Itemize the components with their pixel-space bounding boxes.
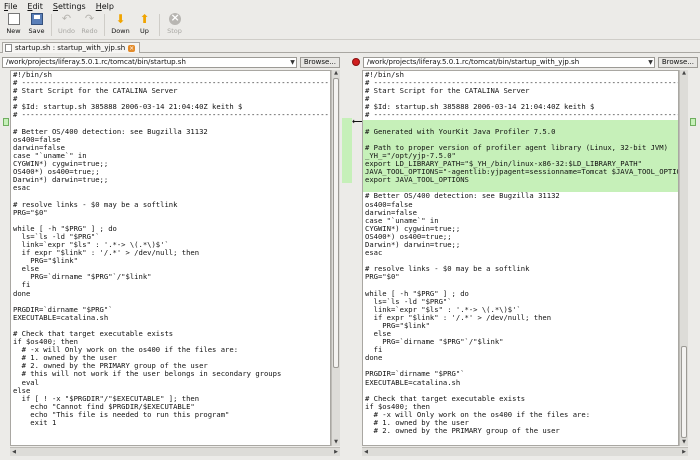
chevron-down-icon: ▼	[648, 58, 653, 66]
arrow-up-icon: ⬆	[139, 12, 150, 26]
left-editor[interactable]: #!/bin/sh # -----------------------------…	[10, 70, 331, 446]
code-line: # Start Script for the CATALINA Server	[13, 86, 178, 96]
code-line: fi	[13, 280, 31, 290]
scroll-right-icon[interactable]: ▶	[332, 448, 340, 456]
code-line: done	[13, 288, 31, 298]
chevron-down-icon: ▼	[290, 58, 295, 66]
arrow-down-icon: ⬇	[115, 12, 126, 26]
stop-icon	[168, 11, 181, 25]
menu-file[interactable]: File	[4, 2, 17, 11]
toolbar-separator	[51, 14, 52, 36]
scroll-up-icon[interactable]: ▲	[680, 70, 688, 77]
left-vertical-scrollbar[interactable]: ▲ ▼	[331, 70, 340, 446]
right-gutter	[689, 70, 697, 446]
left-horizontal-scrollbar[interactable]: ◀ ▶	[10, 447, 340, 456]
right-editor[interactable]: #!/bin/sh # -----------------------------…	[362, 70, 679, 446]
tab-diff[interactable]: startup.sh : startup_with_yjp.sh ×	[2, 42, 141, 53]
close-tab-icon[interactable]: ×	[128, 44, 136, 52]
toolbar-separator	[159, 14, 160, 36]
new-button-label: New	[6, 27, 21, 35]
left-browse-button[interactable]: Browse...	[299, 56, 340, 68]
stop-button-label: Stop	[167, 27, 182, 35]
code-line: done	[365, 353, 383, 363]
code-line: # 2. owned by the PRIMARY group of the u…	[365, 426, 560, 436]
code-line: # Start Script for the CATALINA Server	[365, 86, 530, 96]
code-line: echo "This file is needed to run this pr…	[13, 409, 230, 419]
code-line: eval	[13, 377, 39, 387]
code-line: PRG="$link"	[13, 256, 78, 266]
code-line: PRG="$link"	[365, 320, 430, 330]
left-pane-header: /work/projects/liferay.5.0.1.rc/tomcat/b…	[2, 56, 340, 68]
code-line: PRG="$0"	[13, 207, 48, 217]
code-line: Darwin*) darwin=true;;	[13, 175, 109, 185]
menu-help[interactable]: Help	[96, 2, 114, 11]
tab-bar: startup.sh : startup_with_yjp.sh ×	[0, 41, 700, 53]
code-line: EXECUTABLE=catalina.sh	[365, 377, 461, 387]
code-line: esac	[13, 183, 31, 193]
menubar: File Edit Settings Help	[0, 0, 700, 12]
up-button[interactable]: ⬆ Up	[133, 12, 156, 38]
code-line: # resolve links - $0 may be a softlink	[365, 264, 530, 274]
redo-button-label: Redo	[81, 27, 98, 35]
code-line: # --------------------------------------…	[13, 110, 329, 120]
right-browse-button[interactable]: Browse...	[657, 56, 698, 68]
down-button-label: Down	[111, 27, 130, 35]
code-line: PRG="$0"	[365, 272, 400, 282]
code-line: EXECUTABLE=catalina.sh	[13, 312, 109, 322]
left-path-combo[interactable]: /work/projects/liferay.5.0.1.rc/tomcat/b…	[2, 56, 297, 68]
redo-button[interactable]: ↷ Redo	[78, 12, 101, 38]
new-button[interactable]: New	[2, 12, 25, 38]
left-gutter	[2, 70, 10, 446]
code-line: PRG=`dirname "$PRG"`/"$link"	[365, 337, 504, 347]
right-code-text: #!/bin/sh # -----------------------------…	[363, 71, 678, 435]
undo-button-label: Undo	[58, 27, 75, 35]
undo-button[interactable]: ↶ Undo	[55, 12, 78, 38]
code-line: # resolve links - $0 may be a softlink	[13, 199, 178, 209]
scroll-down-icon[interactable]: ▼	[680, 439, 688, 446]
code-line: PRG=`dirname "$PRG"`/"$link"	[13, 272, 152, 282]
code-line: exit 1	[13, 418, 57, 428]
right-pane-header: /work/projects/liferay.5.0.1.rc/tomcat/b…	[352, 56, 698, 68]
left-code-text: #!/bin/sh # -----------------------------…	[11, 71, 330, 427]
redo-icon: ↷	[84, 12, 95, 25]
modified-indicator-icon	[352, 58, 360, 66]
right-change-marker[interactable]	[690, 118, 696, 126]
up-button-label: Up	[140, 27, 149, 35]
scroll-left-icon[interactable]: ◀	[10, 448, 18, 456]
code-line: # this will not work if the user belongs…	[13, 369, 282, 379]
scroll-up-icon[interactable]: ▲	[332, 70, 340, 77]
diff-connector-band	[342, 118, 352, 183]
new-file-icon	[7, 13, 20, 25]
right-path-combo[interactable]: /work/projects/liferay.5.0.1.rc/tomcat/b…	[362, 56, 655, 68]
copy-left-arrow-icon[interactable]: ⟵	[352, 118, 363, 126]
stop-button[interactable]: Stop	[163, 11, 186, 38]
toolbar-separator	[104, 14, 105, 36]
left-scroll-thumb[interactable]	[333, 78, 339, 368]
right-scroll-thumb[interactable]	[681, 346, 687, 438]
save-button[interactable]: Save	[25, 12, 48, 38]
left-change-marker[interactable]	[3, 118, 9, 126]
menu-edit[interactable]: Edit	[27, 2, 43, 11]
code-line: # Generated with YourKit Java Profiler 7…	[363, 127, 678, 136]
code-line: fi	[365, 345, 383, 355]
right-horizontal-scrollbar[interactable]: ◀ ▶	[362, 447, 688, 456]
code-line: esac	[365, 248, 383, 258]
left-path-text: /work/projects/liferay.5.0.1.rc/tomcat/b…	[6, 58, 186, 66]
save-icon	[30, 13, 43, 25]
scroll-down-icon[interactable]: ▼	[332, 439, 340, 446]
scroll-right-icon[interactable]: ▶	[680, 448, 688, 456]
code-line: Darwin*) darwin=true;;	[365, 239, 461, 249]
code-line: # --------------------------------------…	[365, 110, 679, 120]
menu-settings[interactable]: Settings	[53, 2, 86, 11]
undo-icon: ↶	[61, 12, 72, 25]
toolbar: New Save ↶ Undo ↷ Redo ⬇ Down ⬆ Up Stop	[0, 11, 700, 40]
scroll-left-icon[interactable]: ◀	[362, 448, 370, 456]
right-path-text: /work/projects/liferay.5.0.1.rc/tomcat/b…	[366, 58, 580, 66]
tab-label: startup.sh : startup_with_yjp.sh	[15, 44, 126, 52]
document-icon	[5, 44, 12, 52]
code-line: export JAVA_TOOL_OPTIONS	[363, 176, 678, 185]
down-button[interactable]: ⬇ Down	[108, 12, 133, 38]
right-vertical-scrollbar[interactable]: ▲ ▼	[679, 70, 688, 446]
save-button-label: Save	[28, 27, 45, 35]
